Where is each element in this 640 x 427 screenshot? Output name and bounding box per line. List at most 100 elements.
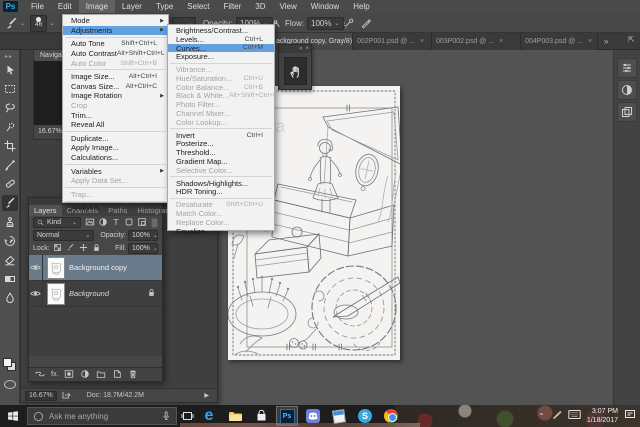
menu-item-adjustments[interactable]: Adjustments▶ (63, 26, 168, 36)
gradient-tool[interactable] (2, 271, 18, 287)
workspace-collapse-icon[interactable]: ⇱ (628, 35, 635, 44)
menu-item-desaturate[interactable]: DesaturateShift+Ctrl+U (168, 200, 274, 209)
menu-item-hue-saturation[interactable]: Hue/Saturation...Ctrl+U (168, 74, 274, 83)
move-tool[interactable] (2, 62, 18, 78)
eye-icon[interactable] (29, 255, 43, 281)
edge-icon[interactable]: e (198, 406, 220, 426)
adjustment-layer-icon[interactable] (80, 369, 90, 381)
menu-item-auto-contrast[interactable]: Auto ContrastAlt+Shift+Ctrl+L (63, 49, 168, 59)
eye-icon[interactable] (29, 281, 43, 307)
eraser-tool[interactable] (2, 252, 18, 268)
discord-icon[interactable] (302, 406, 324, 426)
menu-item-levels[interactable]: Levels...Ctrl+L (168, 35, 274, 44)
menu-item-black-white[interactable]: Black & White...Alt+Shift+Ctrl+B (168, 92, 274, 101)
menu-item-auto-tone[interactable]: Auto ToneShift+Ctrl+L (63, 39, 168, 49)
blur-tool[interactable] (2, 290, 18, 306)
document-tab[interactable]: 003P002.psd @ ...× (432, 33, 521, 50)
tray-chevron-icon[interactable]: ⌃ (538, 412, 545, 421)
menu-item-auto-color[interactable]: Auto ColorShift+Ctrl+B (63, 58, 168, 68)
link-layers-icon[interactable] (35, 369, 45, 381)
touch-keyboard-icon[interactable] (568, 407, 581, 425)
layer-thumbnail[interactable] (47, 283, 65, 305)
shape-filter-icon[interactable] (124, 217, 134, 229)
layer-group-icon[interactable] (96, 369, 106, 381)
filter-toggle[interactable] (151, 218, 158, 228)
notes-icon[interactable] (328, 406, 350, 426)
menubar-item-file[interactable]: File (24, 0, 51, 13)
eyedropper-tool[interactable] (2, 157, 18, 173)
photoshop-logo[interactable]: Ps (3, 1, 18, 12)
menu-item-invert[interactable]: InvertCtrl+I (168, 131, 274, 140)
menu-item-shadows-highlights[interactable]: Shadows/Highlights... (168, 179, 274, 188)
tab-layers[interactable]: Layers (29, 205, 62, 216)
layer-row[interactable]: Background (29, 281, 162, 307)
lock-pixels-icon[interactable] (66, 243, 75, 254)
menubar-item-filter[interactable]: Filter (217, 0, 249, 13)
menu-item-selective-color[interactable]: Selective Color... (168, 166, 274, 175)
document-tab[interactable]: 004P003.psd @ ...× (521, 33, 598, 50)
microphone-icon[interactable] (161, 410, 171, 422)
status-options-arrow[interactable]: ▶ (204, 392, 209, 399)
layer-style-icon[interactable]: fx. (51, 371, 58, 378)
lock-transparency-icon[interactable] (53, 243, 62, 254)
menu-item-hdr-toning[interactable]: HDR Toning... (168, 188, 274, 197)
zoom-level-field[interactable]: 16.67% (25, 391, 57, 401)
photoshop-icon[interactable]: Ps (276, 406, 298, 426)
start-button[interactable] (0, 405, 26, 427)
menubar-item-help[interactable]: Help (346, 0, 376, 13)
layer-name[interactable]: Background (69, 289, 109, 298)
menu-item-image-size[interactable]: Image Size...Alt+Ctrl+I (63, 72, 168, 82)
action-center-icon[interactable] (624, 407, 636, 425)
new-layer-icon[interactable] (112, 369, 122, 381)
menu-item-duplicate[interactable]: Duplicate... (63, 134, 168, 144)
menu-item-calculations[interactable]: Calculations... (63, 153, 168, 163)
history-brush-tool[interactable] (2, 233, 18, 249)
export-arrow-icon[interactable] (62, 391, 71, 401)
menu-item-analysis[interactable]: Analysis▶ (63, 203, 168, 213)
opacity-dropdown[interactable]: 100%⌄ (128, 230, 158, 241)
menu-item-image-rotation[interactable]: Image Rotation▶ (63, 91, 168, 101)
close-icon[interactable]: × (305, 46, 309, 52)
menubar-item-window[interactable]: Window (304, 0, 346, 13)
smart-object-filter-icon[interactable] (137, 217, 147, 229)
flow-dropdown[interactable]: 100%⌄ (307, 13, 344, 33)
tab-close-icon[interactable]: × (420, 38, 424, 45)
menu-item-variables[interactable]: Variables▶ (63, 166, 168, 176)
menubar-item-view[interactable]: View (273, 0, 304, 13)
menu-item-replace-color[interactable]: Replace Color... (168, 218, 274, 227)
taskbar-clock[interactable]: 3:07 PM 1/18/2017 (587, 407, 618, 425)
toolbar-grip[interactable]: ▸▸ (5, 53, 13, 60)
marquee-tool[interactable] (2, 81, 18, 97)
layer-mask-icon[interactable] (64, 369, 74, 381)
menubar-item-3d[interactable]: 3D (248, 0, 272, 13)
pen-pressure-size-icon[interactable] (361, 13, 372, 33)
menu-item-trap[interactable]: Trap... (63, 190, 168, 200)
type-filter-icon[interactable] (111, 217, 121, 229)
fill-dropdown[interactable]: 100%⌄ (128, 243, 158, 254)
menubar-item-image[interactable]: Image (79, 0, 115, 13)
chrome-icon[interactable] (380, 406, 402, 426)
menu-item-channel-mixer[interactable]: Channel Mixer... (168, 109, 274, 118)
store-icon[interactable] (250, 406, 272, 426)
menu-item-photo-filter[interactable]: Photo Filter... (168, 100, 274, 109)
menu-item-canvas-size[interactable]: Canvas Size...Alt+Ctrl+C (63, 82, 168, 92)
lock-position-icon[interactable] (79, 243, 88, 254)
menu-item-apply-image[interactable]: Apply Image... (63, 143, 168, 153)
document-tab[interactable]: 002P001.psd @ ...× (353, 33, 432, 50)
layer-filter-dropdown[interactable]: Kind⌄ (33, 217, 81, 228)
quick-select-tool[interactable] (2, 119, 18, 135)
menubar-item-type[interactable]: Type (149, 0, 180, 13)
adjustment-filter-icon[interactable] (98, 217, 108, 229)
menu-item-color-balance[interactable]: Color Balance...Ctrl+B (168, 83, 274, 92)
cortana-search-box[interactable]: Ask me anything (27, 407, 177, 425)
menu-item-match-color[interactable]: Match Color... (168, 209, 274, 218)
lasso-tool[interactable] (2, 100, 18, 116)
menu-item-crop[interactable]: Crop (63, 101, 168, 111)
layer-thumbnail[interactable] (47, 257, 65, 279)
brush-tool-options-icon[interactable]: ⌄ (5, 13, 25, 33)
menu-item-trim[interactable]: Trim... (63, 110, 168, 120)
libraries-panel-icon[interactable] (617, 102, 637, 122)
menubar-item-edit[interactable]: Edit (51, 0, 79, 13)
menu-item-curves[interactable]: Curves...Ctrl+M (168, 44, 274, 53)
adjustments-panel-icon[interactable] (617, 80, 637, 100)
